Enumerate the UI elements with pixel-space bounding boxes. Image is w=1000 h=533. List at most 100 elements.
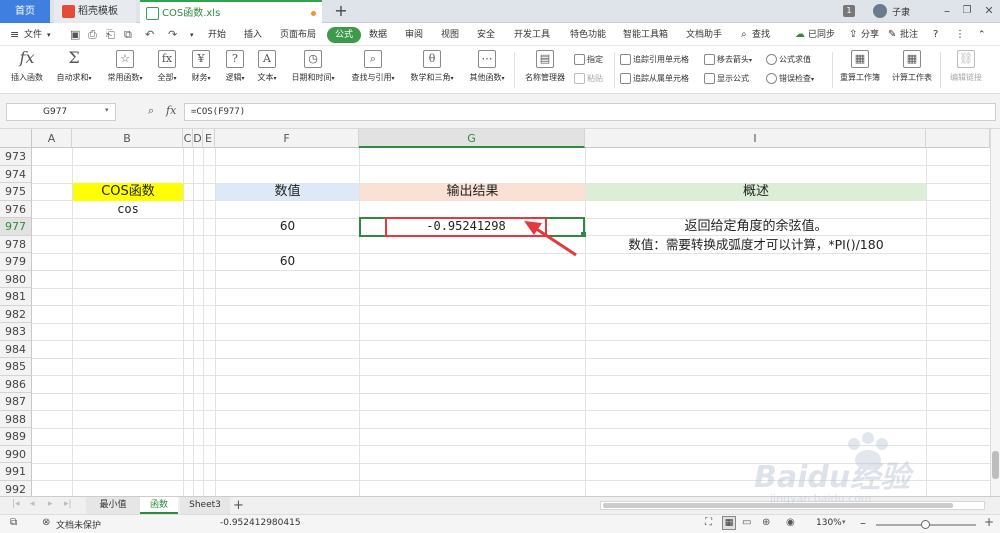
common-functions-button[interactable]: ☆ 常用函数▾: [102, 46, 148, 92]
menu-item-start[interactable]: 开始: [208, 27, 226, 43]
menu-item-developer[interactable]: 开发工具: [514, 27, 550, 43]
redo-icon[interactable]: ↷: [168, 27, 177, 43]
cell-f975[interactable]: 数值: [216, 183, 359, 201]
specify-button[interactable]: 指定: [574, 53, 603, 67]
row-header[interactable]: 987: [0, 393, 32, 411]
name-box[interactable]: G977: [6, 103, 116, 121]
page-break-icon[interactable]: ⊕: [762, 517, 770, 528]
fx-label[interactable]: fx: [166, 104, 176, 117]
sheet-tab-sheet3[interactable]: Sheet3: [180, 497, 230, 514]
hamburger-icon[interactable]: ≡: [10, 27, 19, 43]
scrollbar-thumb[interactable]: [992, 451, 999, 479]
tab-file[interactable]: COS函数.xls: [140, 0, 322, 24]
column-header-c[interactable]: C: [183, 129, 193, 148]
cell-i978[interactable]: 数值：需要转换成弧度才可以计算，*PI()/180: [586, 236, 926, 254]
menu-item-view[interactable]: 视图: [441, 27, 459, 43]
trace-dependents-button[interactable]: 追踪从属单元格: [620, 72, 689, 86]
menu-item-doc-assistant[interactable]: 文档助手: [686, 27, 722, 43]
zoom-slider-knob[interactable]: [921, 520, 930, 529]
column-header-a[interactable]: A: [32, 129, 72, 148]
fullscreen-icon[interactable]: ⛶: [705, 517, 712, 528]
menu-item-formula[interactable]: 公式: [327, 27, 362, 43]
sync-status[interactable]: 已同步: [808, 27, 835, 43]
print-icon[interactable]: ⎙: [88, 27, 97, 43]
share-button[interactable]: 分享: [861, 27, 879, 43]
row-header[interactable]: 991: [0, 463, 32, 481]
macro-record-icon[interactable]: ⧉: [10, 517, 17, 528]
row-header[interactable]: 985: [0, 358, 32, 376]
row-header[interactable]: 974: [0, 165, 32, 183]
menu-item-data[interactable]: 数据: [369, 27, 387, 43]
cell-f977[interactable]: 60: [216, 218, 359, 236]
save-icon[interactable]: ▣: [70, 27, 80, 43]
row-header[interactable]: 992: [0, 480, 32, 496]
last-sheet-icon[interactable]: ▸|: [64, 499, 72, 509]
add-sheet-button[interactable]: +: [233, 497, 244, 514]
row-header[interactable]: 990: [0, 445, 32, 463]
protection-status[interactable]: 文档未保护: [56, 518, 101, 531]
logic-button[interactable]: ? 逻辑▾: [220, 46, 250, 92]
select-all-corner[interactable]: [0, 129, 32, 148]
tab-home[interactable]: 首页: [0, 0, 50, 23]
user-name[interactable]: 子隶: [892, 5, 910, 18]
lookup-button[interactable]: ⌕ 查找与引用▾: [345, 46, 401, 92]
column-header-f[interactable]: F: [215, 129, 359, 148]
recalc-workbook-button[interactable]: ▦ 重算工作簿: [836, 46, 884, 92]
all-functions-button[interactable]: fx 全部▾: [152, 46, 182, 92]
row-header[interactable]: 979: [0, 253, 32, 271]
zoom-in-button[interactable]: +: [984, 515, 994, 529]
cell-b975[interactable]: COS函数: [73, 183, 183, 201]
row-header[interactable]: 978: [0, 235, 32, 253]
row-header[interactable]: 986: [0, 375, 32, 393]
vertical-scrollbar[interactable]: [990, 129, 1000, 496]
row-header[interactable]: 989: [0, 428, 32, 446]
first-sheet-icon[interactable]: |◂: [12, 499, 20, 509]
column-header-i[interactable]: I: [585, 129, 926, 148]
column-header-b[interactable]: B: [72, 129, 183, 148]
sheet-tab-function[interactable]: 函数: [140, 497, 178, 514]
insert-function-button[interactable]: fx 插入函数: [6, 46, 48, 92]
cell-g975[interactable]: 输出结果: [360, 183, 585, 201]
zoom-search-icon[interactable]: ⌕: [148, 104, 154, 118]
menu-item-security[interactable]: 安全: [477, 27, 495, 43]
undo-icon[interactable]: ↶: [145, 27, 154, 43]
sheet-tab-min[interactable]: 最小值: [86, 497, 140, 514]
evaluate-formula-button[interactable]: 公式求值: [766, 53, 811, 67]
trace-precedents-button[interactable]: 追踪引用单元格: [620, 53, 689, 67]
eye-protect-icon[interactable]: ◉: [786, 517, 795, 528]
zoom-level[interactable]: 130%: [816, 518, 842, 528]
page-view-icon[interactable]: ▭: [742, 517, 751, 528]
calc-sheet-button[interactable]: ▦ 计算工作表: [888, 46, 936, 92]
new-tab-button[interactable]: +: [332, 2, 350, 20]
normal-view-icon[interactable]: ▦: [722, 516, 736, 530]
row-header[interactable]: 980: [0, 270, 32, 288]
row-header[interactable]: 983: [0, 323, 32, 341]
menu-item-smart-toolbox[interactable]: 智能工具箱: [623, 27, 668, 43]
print-preview-icon[interactable]: ⎗: [106, 27, 115, 43]
menu-item-features[interactable]: 特色功能: [570, 27, 606, 43]
math-button[interactable]: θ 数学和三角▾: [404, 46, 460, 92]
export-pdf-icon[interactable]: ⧉: [124, 27, 132, 43]
more-icon[interactable]: ⋮: [955, 27, 965, 43]
tab-template[interactable]: 稻壳模板: [54, 0, 136, 23]
name-manager-button[interactable]: ▤ 名称管理器: [520, 46, 570, 92]
help-icon[interactable]: ?: [933, 27, 938, 43]
datetime-button[interactable]: ◷ 日期和时间▾: [285, 46, 341, 92]
text-functions-button[interactable]: A 文本▾: [252, 46, 282, 92]
row-header[interactable]: 988: [0, 410, 32, 428]
column-header-g[interactable]: G: [359, 129, 585, 148]
row-header[interactable]: 982: [0, 305, 32, 323]
row-header[interactable]: 976: [0, 200, 32, 218]
cell-b976[interactable]: cos: [73, 201, 183, 219]
cell-i977[interactable]: 返回给定角度的余弦值。: [586, 218, 926, 236]
close-button[interactable]: ✕: [982, 4, 996, 18]
autosum-button[interactable]: Σ 自动求和▾: [52, 46, 96, 92]
formula-input[interactable]: =COS(F977): [184, 103, 996, 121]
prev-sheet-icon[interactable]: ◂: [30, 499, 35, 509]
cell-f979[interactable]: 60: [216, 253, 359, 271]
search-button[interactable]: 查找: [752, 27, 770, 43]
finance-button[interactable]: ¥ 财务▾: [186, 46, 216, 92]
row-header[interactable]: 973: [0, 148, 32, 166]
file-menu[interactable]: 文件: [24, 27, 42, 43]
collapse-ribbon-icon[interactable]: ⌃: [978, 27, 986, 43]
